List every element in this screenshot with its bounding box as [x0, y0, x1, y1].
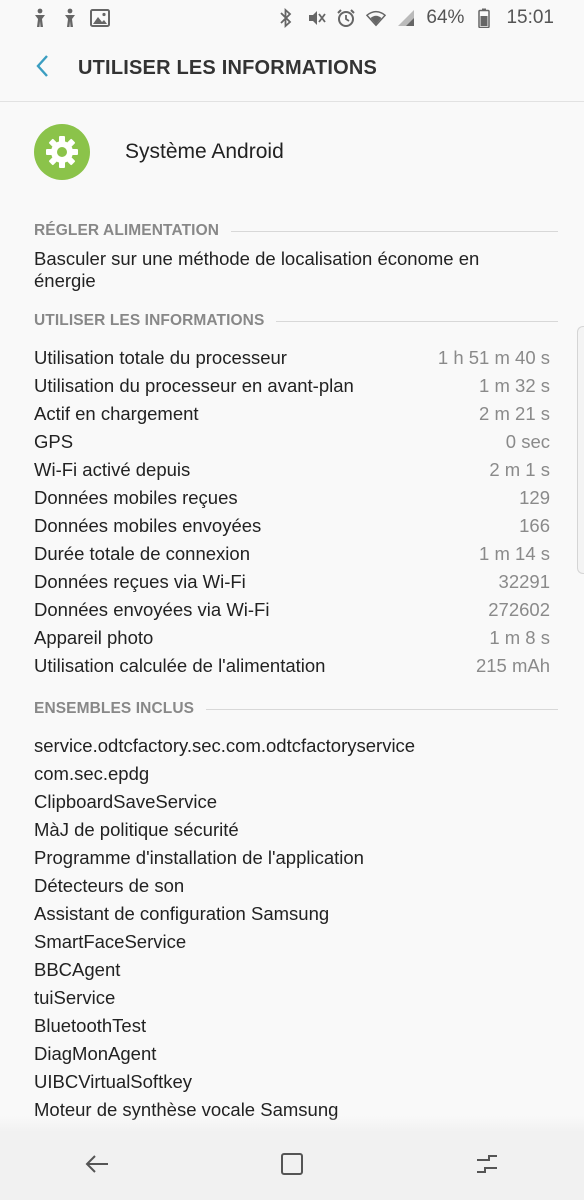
recents-icon [474, 1152, 500, 1181]
stat-label: Utilisation totale du processeur [34, 347, 287, 368]
home-icon [280, 1152, 304, 1181]
bottom-fade [0, 1116, 584, 1132]
usage-stats-list: Utilisation totale du processeur 1 h 51 m… [0, 344, 584, 680]
back-icon [84, 1153, 110, 1180]
stat-value: 272602 [488, 599, 550, 620]
stat-value: 2 m 21 s [479, 403, 550, 424]
section-header-power: RÉGLER ALIMENTATION [0, 216, 584, 246]
signal-icon [396, 8, 416, 28]
alarm-icon [336, 8, 356, 28]
stat-label: Données mobiles reçues [34, 487, 238, 508]
stat-row: Données mobiles reçues 129 [0, 484, 584, 512]
stat-label: Utilisation du processeur en avant-plan [34, 375, 354, 396]
stat-value: 0 sec [505, 431, 550, 452]
package-item: BBCAgent [34, 959, 121, 980]
accessibility-icon [30, 8, 50, 28]
stat-value: 2 m 1 s [489, 459, 550, 480]
package-item: com.sec.epdg [34, 763, 150, 784]
stat-row: Utilisation du processeur en avant-plan 1… [0, 372, 584, 400]
stat-row: Données mobiles envoyées 166 [0, 512, 584, 540]
wifi-icon [366, 8, 387, 28]
section-header-usage: UTILISER LES INFORMATIONS [0, 306, 584, 336]
package-item: MàJ de politique sécurité [34, 819, 239, 840]
package-item: Détecteurs de son [34, 875, 185, 896]
app-info-row: Système Android [0, 102, 584, 202]
navigation-bar [0, 1132, 584, 1200]
package-item: DiagMonAgent [34, 1043, 157, 1064]
status-left-icons [30, 8, 110, 28]
stat-row: Utilisation totale du processeur 1 h 51 m… [0, 344, 584, 372]
back-button[interactable] [22, 49, 62, 89]
stat-row: Actif en chargement 2 m 21 s [0, 400, 584, 428]
package-item: BluetoothTest [34, 1015, 147, 1036]
stat-label: Wi-Fi activé depuis [34, 459, 191, 480]
stat-value: 1 m 14 s [479, 543, 550, 564]
packages-list: service.odtcfactory.sec.com.odtcfactorys… [0, 732, 584, 1124]
stat-value: 215 mAh [475, 655, 550, 676]
section-title: ENSEMBLES INCLUS [34, 700, 195, 717]
stat-value: 1 h 51 m 40 s [437, 347, 550, 368]
package-item: UIBCVirtualSoftkey [34, 1071, 192, 1092]
nav-back-button[interactable] [67, 1141, 127, 1191]
status-right-icons: 64% 15:01 [276, 7, 554, 29]
nav-recents-button[interactable] [457, 1141, 517, 1191]
stat-row: Wi-Fi activé depuis 2 m 1 s [0, 456, 584, 484]
stat-row: Données envoyées via Wi-Fi 272602 [0, 596, 584, 624]
package-item: tuiService [34, 987, 116, 1008]
battery-percent: 64% [426, 7, 465, 28]
section-title: RÉGLER ALIMENTATION [34, 222, 220, 239]
stat-label: GPS [34, 431, 74, 452]
image-icon [90, 8, 110, 28]
stat-label: Données envoyées via Wi-Fi [34, 599, 270, 620]
package-item: service.odtcfactory.sec.com.odtcfactorys… [34, 735, 416, 756]
accessibility-icon [60, 8, 80, 28]
stat-row: Appareil photo 1 m 8 s [0, 624, 584, 652]
stat-row: Utilisation calculée de l'alimentation 21… [0, 652, 584, 680]
section-divider [276, 320, 558, 322]
section-divider [206, 708, 558, 710]
content[interactable]: Système Android RÉGLER ALIMENTATION Basc… [0, 102, 584, 1132]
stat-label: Appareil photo [34, 627, 154, 648]
stat-label: Durée totale de connexion [34, 543, 250, 564]
package-item: ClipboardSaveService [34, 791, 218, 812]
stat-value: 1 m 8 s [489, 627, 550, 648]
stat-label: Données reçues via Wi-Fi [34, 571, 246, 592]
stat-row: GPS 0 sec [0, 428, 584, 456]
section-divider [231, 230, 558, 232]
stat-row: Durée totale de connexion 1 m 14 s [0, 540, 584, 568]
stat-value: 166 [519, 515, 550, 536]
app-header: UTILISER LES INFORMATIONS [0, 36, 584, 102]
power-saving-link[interactable]: Basculer sur une méthode de localisation… [0, 246, 584, 292]
battery-icon [474, 8, 494, 28]
stat-row: Données reçues via Wi-Fi 32291 [0, 568, 584, 596]
package-item: SmartFaceService [34, 931, 187, 952]
status-bar: 64% 15:01 [0, 0, 584, 36]
bluetooth-icon [276, 8, 296, 28]
chevron-left-icon [35, 54, 49, 83]
stat-label: Actif en chargement [34, 403, 199, 424]
stat-value: 129 [519, 487, 550, 508]
package-item: Programme d'installation de l'applicatio… [34, 847, 364, 868]
section-title: UTILISER LES INFORMATIONS [34, 312, 265, 329]
gear-icon [34, 124, 90, 180]
package-item: Assistant de configuration Samsung [34, 903, 330, 924]
clock: 15:01 [506, 7, 554, 28]
app-name: Système Android [125, 140, 284, 163]
nav-home-button[interactable] [262, 1141, 322, 1191]
stat-label: Données mobiles envoyées [34, 515, 262, 536]
stat-value: 32291 [498, 571, 550, 592]
section-header-packages: ENSEMBLES INCLUS [0, 694, 584, 724]
mute-icon [306, 8, 327, 28]
stat-label: Utilisation calculée de l'alimentation [34, 655, 326, 676]
page-title: UTILISER LES INFORMATIONS [78, 57, 378, 79]
stat-value: 1 m 32 s [479, 375, 550, 396]
scrollbar[interactable] [577, 326, 584, 574]
